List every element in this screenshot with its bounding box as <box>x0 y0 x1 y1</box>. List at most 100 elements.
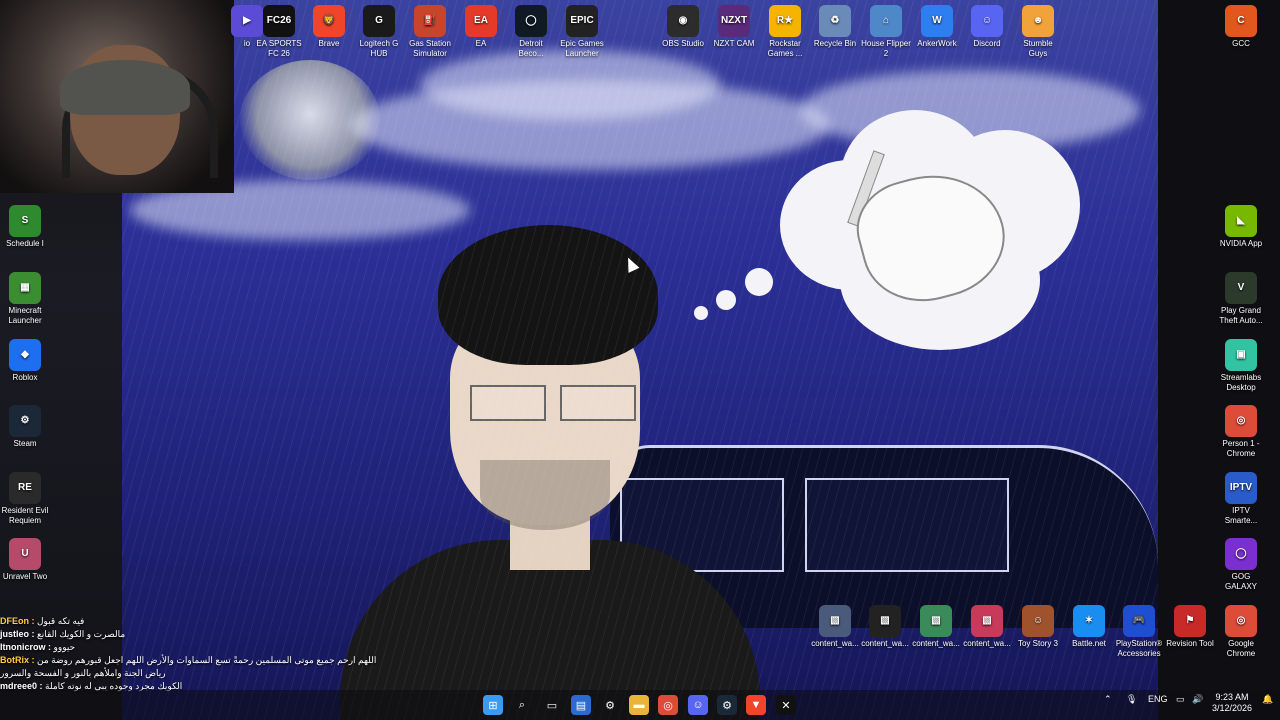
desktop-icon-label: Resident Evil Requiem <box>1 506 49 525</box>
gas-icon: ⛽ <box>414 5 446 37</box>
desktop-icon-schedule1[interactable]: S Schedule I <box>0 205 50 249</box>
desktop-icon-ea[interactable]: EA EA <box>456 5 506 49</box>
taskbar-capcut-icon[interactable]: ✕ <box>776 695 796 715</box>
iptv-icon: IPTV <box>1225 472 1257 504</box>
desktop-icon-label: content_wa... <box>963 639 1011 648</box>
chat-text: حيووو <box>53 642 76 652</box>
chat-message: BotRix : اللهم ارحم جميع موتى المسلمين ر… <box>0 654 480 667</box>
chat-text: اللهم ارحم جميع موتى المسلمين رحمةً تسع … <box>37 655 377 665</box>
desktop-icon-ps[interactable]: 🎮 PlayStation® Accessories <box>1114 605 1164 659</box>
taskbar-start-icon[interactable]: ⊞ <box>483 695 503 715</box>
desktop-icon-recycle[interactable]: ♻ Recycle Bin <box>810 5 860 49</box>
desktop-icon-rockstar[interactable]: R★ Rockstar Games ... <box>760 5 810 59</box>
steam-icon: ⚙ <box>9 405 41 437</box>
tray-chevron-icon[interactable]: ⌃ <box>1104 694 1112 705</box>
desktop-icon-label: Logitech G HUB <box>359 39 399 58</box>
logitech-icon: G <box>363 5 395 37</box>
desktop-icon-epic[interactable]: EPIC Epic Games Launcher <box>557 5 607 59</box>
desktop-icon-brave[interactable]: 🦁 Brave <box>304 5 354 49</box>
desktop-icon-cw1[interactable]: ▧ content_wa... <box>810 605 860 649</box>
desktop-icon-chrome1[interactable]: ◎ Person 1 - Chrome <box>1216 405 1266 459</box>
desktop-icon-toystory[interactable]: ☺ Toy Story 3 <box>1013 605 1063 649</box>
desktop-icon-label: IPTV Smarte... <box>1224 506 1258 525</box>
chat-text: رياض الجنة واملأهم بالنور و الفسحة والسر… <box>0 668 166 678</box>
taskbar-brave-icon[interactable]: ▼ <box>746 695 766 715</box>
chat-text: فيه تكه قبول <box>37 616 85 626</box>
desktop-icon-gas[interactable]: ⛽ Gas Station Simulator <box>405 5 455 59</box>
taskbar-chrome-icon[interactable]: ◎ <box>658 695 678 715</box>
desktop-icon-label: NVIDIA App <box>1219 239 1263 248</box>
desktop-icon-iptv[interactable]: IPTV IPTV Smarte... <box>1216 472 1266 526</box>
desktop-icon-label: content_wa... <box>912 639 960 648</box>
desktop-icon-gta[interactable]: V Play Grand Theft Auto... <box>1216 272 1266 326</box>
taskbar-search-icon[interactable]: ⌕ <box>512 695 532 715</box>
desktop-icon-label: Google Chrome <box>1226 639 1256 658</box>
language-indicator[interactable]: ENG <box>1148 694 1168 704</box>
desktop-icon-detroit[interactable]: ◯ Detroit Beco... <box>506 5 556 59</box>
chat-username: BotRix : <box>0 655 37 665</box>
desktop-icon-obs[interactable]: ◉ OBS Studio <box>658 5 708 49</box>
revision-icon: ⚑ <box>1174 605 1206 637</box>
cw1-icon: ▧ <box>819 605 851 637</box>
network-icon[interactable]: ▭ <box>1176 694 1185 705</box>
chat-message: Itnonicrow : حيووو <box>0 641 480 654</box>
gta-icon: V <box>1225 272 1257 304</box>
notification-icon[interactable]: 🔔 <box>1262 694 1273 705</box>
cw2-icon: ▧ <box>869 605 901 637</box>
chat-message: رياض الجنة واملأهم بالنور و الفسحة والسر… <box>0 667 480 680</box>
desktop-icon-roblox[interactable]: ◆ Roblox <box>0 339 50 383</box>
chat-message: DFEon : فيه تكه قبول <box>0 615 480 628</box>
anker-icon: W <box>921 5 953 37</box>
taskbar-steam-icon[interactable]: ⚙ <box>717 695 737 715</box>
desktop-icon-label: content_wa... <box>861 639 909 648</box>
taskbar-discord-icon[interactable]: ☺ <box>688 695 708 715</box>
obs-icon: ◉ <box>667 5 699 37</box>
desktop-icon-cw4[interactable]: ▧ content_wa... <box>962 605 1012 649</box>
microphone-icon[interactable]: 🎙 <box>1126 694 1137 705</box>
desktop-icon-label: Discord <box>973 39 1001 48</box>
desktop-icon-battlenet[interactable]: ✶ Battle.net <box>1064 605 1114 649</box>
discord-icon: ☺ <box>971 5 1003 37</box>
desktop-icon-nvidia[interactable]: ◣ NVIDIA App <box>1216 205 1266 249</box>
desktop-icon-label: Streamlabs Desktop <box>1220 373 1262 392</box>
toystory-icon: ☺ <box>1022 605 1054 637</box>
clock[interactable]: 9:23 AM 3/12/2026 <box>1210 692 1254 714</box>
desktop-icon-nzxt[interactable]: NZXT NZXT CAM <box>709 5 759 49</box>
chrome2-icon: ◎ <box>1225 605 1257 637</box>
desktop-icon-house[interactable]: ⌂ House Flipper 2 <box>861 5 911 59</box>
volume-icon[interactable]: 🔊 <box>1192 694 1203 705</box>
desktop-icon-revision[interactable]: ⚑ Revision Tool <box>1165 605 1215 649</box>
schedule1-icon: S <box>9 205 41 237</box>
desktop-icon-unravel[interactable]: U Unravel Two <box>0 538 50 582</box>
cw3-icon: ▧ <box>920 605 952 637</box>
taskbar-store-icon[interactable]: ▤ <box>571 695 591 715</box>
taskbar-taskview-icon[interactable]: ▭ <box>542 695 562 715</box>
desktop-icon-steam[interactable]: ⚙ Steam <box>0 405 50 449</box>
desktop-icon-logitech[interactable]: G Logitech G HUB <box>354 5 404 59</box>
stumble-icon: ☻ <box>1022 5 1054 37</box>
minecraft-icon: ▦ <box>9 272 41 304</box>
desktop-icon-label: Steam <box>13 439 37 448</box>
gcc-icon: C <box>1225 5 1257 37</box>
desktop-icon-discord[interactable]: ☺ Discord <box>962 5 1012 49</box>
desktop-icon-streamlabs[interactable]: ▣ Streamlabs Desktop <box>1216 339 1266 393</box>
desktop-icon-stumble[interactable]: ☻ Stumble Guys <box>1013 5 1063 59</box>
desktop-icon-chrome2[interactable]: ◎ Google Chrome <box>1216 605 1266 659</box>
taskbar-settings-icon[interactable]: ⚙ <box>600 695 620 715</box>
desktop-icon-gcc[interactable]: C GCC <box>1216 5 1266 49</box>
ps-icon: 🎮 <box>1123 605 1155 637</box>
desktop-icon-cw2[interactable]: ▧ content_wa... <box>860 605 910 649</box>
desktop-icon-re[interactable]: RE Resident Evil Requiem <box>0 472 50 526</box>
chat-message: justleo : مالصرت و الكويك القانع <box>0 628 480 641</box>
desktop-icon-fc26[interactable]: FC26 EA SPORTS FC 26 <box>254 5 304 59</box>
desktop-icon-anker[interactable]: W AnkerWork <box>912 5 962 49</box>
desktop-icon-label: AnkerWork <box>917 39 957 48</box>
ea-icon: EA <box>465 5 497 37</box>
desktop-icon-label: Detroit Beco... <box>518 39 544 58</box>
desktop-icon-minecraft[interactable]: ▦ Minecraft Launcher <box>0 272 50 326</box>
desktop-icon-cw3[interactable]: ▧ content_wa... <box>911 605 961 649</box>
nvidia-icon: ◣ <box>1225 205 1257 237</box>
taskbar-explorer-icon[interactable]: ▬ <box>629 695 649 715</box>
desktop-icon-label: Rockstar Games ... <box>767 39 803 58</box>
desktop-icon-gog[interactable]: ◯ GOG GALAXY <box>1216 538 1266 592</box>
